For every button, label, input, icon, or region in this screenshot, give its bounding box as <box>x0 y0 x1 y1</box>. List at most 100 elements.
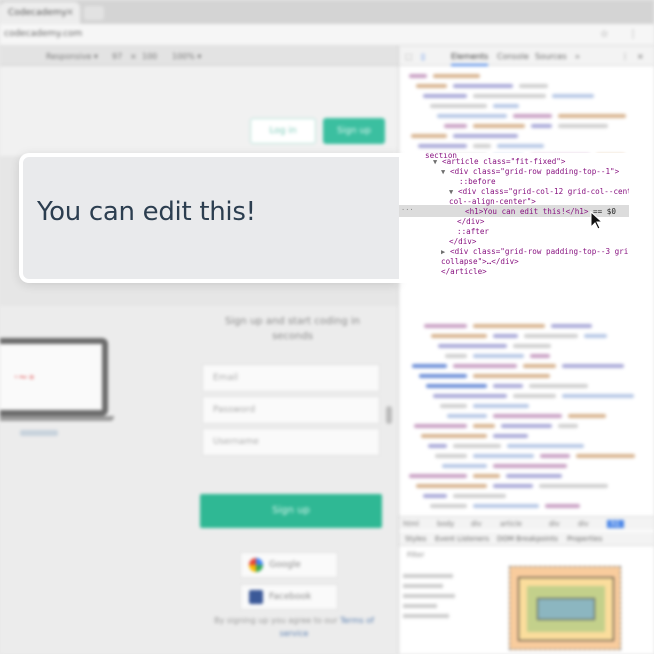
breadcrumb-item[interactable]: body <box>437 520 454 528</box>
code-line <box>442 464 487 468</box>
code-line <box>493 384 523 388</box>
box-model-padding <box>527 586 605 632</box>
code-line <box>431 334 487 338</box>
url-text: codecademy.com <box>4 29 83 39</box>
height-input[interactable]: 100 <box>142 52 157 61</box>
tab-properties[interactable]: Properties <box>567 535 602 543</box>
code-line <box>562 394 634 398</box>
dom-pseudo-before: ::before <box>459 177 496 186</box>
tab-elements[interactable]: Elements <box>451 52 489 66</box>
code-line <box>524 334 578 338</box>
tab-sources[interactable]: Sources <box>535 52 567 61</box>
box-model-diagram <box>509 566 621 650</box>
google-button[interactable]: Google <box>240 552 338 578</box>
device-icon[interactable]: ▯ <box>421 52 425 61</box>
code-line <box>493 334 518 338</box>
device-select[interactable]: Responsive ▾ <box>46 52 98 61</box>
box-model-border <box>518 577 614 641</box>
tab-event-listeners[interactable]: Event Listeners <box>435 535 489 543</box>
login-button[interactable]: Log in <box>250 118 316 144</box>
tab-styles[interactable]: Styles <box>405 535 426 543</box>
username-field[interactable]: Username <box>202 428 380 456</box>
inspect-icon[interactable]: ⬚ <box>405 52 413 61</box>
code-line <box>558 124 608 128</box>
code-line <box>531 124 552 128</box>
dom-node-grid-row-3[interactable]: ▶ <div class="grid-row padding-top--3 gri <box>441 247 628 257</box>
code-line <box>551 324 592 328</box>
code-line <box>493 464 567 468</box>
menu-icon[interactable]: ⋮ <box>621 52 629 61</box>
breadcrumb-item[interactable]: div <box>471 520 482 528</box>
email-field[interactable]: Email <box>202 364 380 392</box>
code-line <box>409 474 467 478</box>
new-tab-button[interactable] <box>84 6 104 20</box>
breadcrumb-item[interactable]: h1 <box>607 520 624 528</box>
tab-bar: Codecademy × <box>0 0 654 24</box>
code-line <box>507 444 584 448</box>
code-line <box>419 374 467 378</box>
code-line <box>426 384 487 388</box>
browser-window: Codecademy × codecademy.com ☆ ⋮ Responsi… <box>0 0 654 654</box>
close-icon[interactable]: × <box>66 7 74 18</box>
code-line <box>473 124 525 128</box>
code-line <box>437 114 507 118</box>
zoom-select[interactable]: 100% ▾ <box>172 52 201 61</box>
dom-node-article[interactable]: ▼ <article class="fit-fixed"> <box>433 157 565 167</box>
address-bar[interactable]: codecademy.com ☆ ⋮ <box>0 24 654 46</box>
code-line <box>568 414 606 418</box>
code-line <box>552 94 594 98</box>
close-icon[interactable]: × <box>637 52 644 61</box>
code-line <box>414 424 467 428</box>
browser-tab[interactable]: Codecademy × <box>0 2 80 24</box>
code-mark-icon: ·~∘ <box>14 370 36 384</box>
code-line <box>473 354 524 358</box>
code-line <box>412 364 447 368</box>
device-toolbar: Responsive ▾ 97 × 100 100% ▾ <box>0 46 398 66</box>
code-line <box>418 144 467 148</box>
styles-filter[interactable]: Filter <box>399 547 654 563</box>
dom-node-grid-row[interactable]: ▼ <div class="grid-row padding-top--1"> <box>441 167 619 177</box>
tab-console[interactable]: Console <box>497 52 529 61</box>
more-tabs-icon[interactable]: » <box>575 52 580 61</box>
filter-input[interactable]: Filter <box>407 551 424 559</box>
code-line <box>473 454 534 458</box>
google-label: Google <box>269 560 301 570</box>
code-line <box>416 484 487 488</box>
scrollbar[interactable] <box>386 406 392 424</box>
facebook-label: Facebook <box>269 592 312 602</box>
breadcrumb-item[interactable]: article <box>500 520 522 528</box>
signup-top-button[interactable]: Sign up <box>323 118 385 144</box>
devtools-tabs: ⬚ ▯ Elements Console Sources » ⋮ × <box>399 46 654 66</box>
code-line <box>513 394 556 398</box>
star-icon[interactable]: ☆ ⋮ <box>600 29 646 40</box>
breadcrumb-item[interactable]: div <box>549 520 560 528</box>
code-line <box>428 444 447 448</box>
zoomed-page-callout: You can edit this! <box>19 153 399 283</box>
breadcrumb: html body div article div div h1 <box>399 516 654 530</box>
breadcrumb-item[interactable]: div <box>578 520 589 528</box>
tab-title: Codecademy <box>8 8 67 18</box>
page-title[interactable]: You can edit this! <box>37 197 256 227</box>
dom-pseudo-after: ::after <box>457 227 490 236</box>
code-line <box>539 484 608 488</box>
breadcrumb-item[interactable]: html <box>403 520 419 528</box>
google-icon <box>249 558 263 572</box>
width-input[interactable]: 97 <box>112 52 122 61</box>
code-line <box>473 404 529 408</box>
code-line <box>411 134 447 138</box>
password-field[interactable]: Password <box>202 396 380 424</box>
styles-rules <box>403 568 463 654</box>
site-header: Log in Sign up <box>0 66 398 156</box>
dom-node-grid-col[interactable]: ▼ <div class="grid-col-12 grid-col--cent <box>449 187 629 197</box>
terms-text: By signing up you agree to our Terms of … <box>202 614 386 640</box>
signup-button[interactable]: Sign up <box>200 494 382 528</box>
code-line <box>433 74 480 78</box>
dom-close-article: </article> <box>441 267 487 276</box>
facebook-button[interactable]: Facebook <box>240 584 338 610</box>
code-line <box>416 84 447 88</box>
code-line <box>453 444 501 448</box>
code-line <box>473 474 500 478</box>
tab-dom-breakpoints[interactable]: DOM Breakpoints <box>497 535 558 543</box>
code-line <box>423 94 467 98</box>
code-line <box>440 404 467 408</box>
